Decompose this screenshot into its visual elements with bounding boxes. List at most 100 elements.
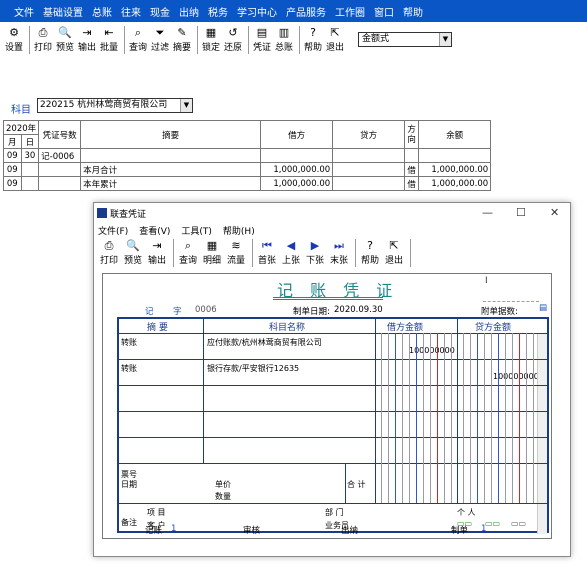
prev-icon: ◀ [286, 239, 296, 252]
lock-button[interactable]: ▦ 锁定 [201, 26, 221, 53]
dialog-export-button[interactable]: ⇥ 输出 [146, 239, 168, 267]
ledger-button[interactable]: ▥ 总账 [274, 26, 294, 53]
subject-select[interactable]: 220215 杭州林莺商贸有限公司 ▼ [37, 98, 193, 113]
line1-summary[interactable]: 转账 [121, 337, 137, 348]
voucher-button[interactable]: ▤ 凭证 [252, 26, 272, 53]
menu-item-9[interactable]: 工作圈 [335, 4, 365, 19]
cash-icon[interactable]: ▭▭ [485, 519, 500, 528]
chevron-down-icon[interactable]: ▼ [180, 99, 192, 112]
exit-button[interactable]: ⇱ 退出 [325, 26, 345, 53]
toolbar-label: 批量 [99, 43, 118, 53]
toolbar-label: 还原 [223, 43, 242, 53]
dialog-preview-button[interactable]: 🔍 预览 [122, 239, 144, 267]
batch-button[interactable]: ⇤ 批量 [99, 26, 119, 53]
line2-credit[interactable]: 100000000 [493, 372, 539, 381]
toolbar-label: 上张 [281, 256, 300, 266]
table-row[interactable]: 09 30 记-0006 [3, 148, 492, 163]
menu-item-2[interactable]: 总账 [92, 4, 112, 19]
month-header: 月 [3, 134, 22, 149]
filter-button[interactable]: ⏷ 过滤 [150, 26, 170, 53]
minimize-icon[interactable]: — [482, 206, 493, 219]
format-select[interactable]: 金额式 ▼ [358, 32, 452, 47]
print-button[interactable]: ⎙ 打印 [33, 26, 53, 53]
dialog-menu-item-0[interactable]: 文件(F) [98, 224, 128, 237]
dialog-help-button[interactable]: ? 帮助 [359, 239, 381, 267]
maximize-icon[interactable]: ☐ [516, 206, 526, 219]
query-icon: ⌕ [184, 239, 192, 252]
restore-button[interactable]: ↺ 还原 [223, 26, 243, 53]
col-credit: 贷方 [332, 120, 406, 149]
toolbar-label: 输出 [147, 256, 166, 266]
dialog-last-button[interactable]: ⏭ 末张 [328, 239, 350, 267]
table-row[interactable]: 09 本月合计 1,000,000.00 借 1,000,000.00 [3, 162, 492, 177]
toolbar-label: 退出 [384, 256, 403, 266]
voucher-ghost-field[interactable]: I [483, 276, 539, 302]
dialog-query-button[interactable]: ⌕ 查询 [177, 239, 199, 267]
settings-button[interactable]: ⚙ 设置 [4, 26, 24, 53]
menu-item-8[interactable]: 产品服务 [286, 4, 326, 19]
total-label: 合 计 [347, 480, 366, 489]
dialog-menu-item-1[interactable]: 查看(V) [139, 224, 170, 237]
dialog-exit-button[interactable]: ⇱ 退出 [383, 239, 405, 267]
summary-button[interactable]: ✎ 摘要 [172, 26, 192, 53]
cell-month: 09 [3, 148, 22, 163]
ledger-table: 2020年 凭证号数 摘要 借方 贷方 方向 余额 月 日 09 30 记-0006… [2, 120, 492, 191]
voucher-app-icon [97, 208, 107, 218]
chevron-down-icon[interactable]: ▼ [439, 33, 451, 46]
toolbar-label: 预览 [123, 256, 142, 266]
toolbar-separator [248, 26, 249, 54]
toolbar-label: 输出 [77, 43, 96, 53]
amount-digit-line [381, 333, 382, 503]
toolbar-label: 流量 [226, 256, 245, 266]
note-icon[interactable]: ▭▭ [511, 519, 526, 528]
table-row[interactable]: 09 本年累计 1,000,000.00 借 1,000,000.00 [3, 176, 492, 191]
menu-item-7[interactable]: 学习中心 [237, 4, 277, 19]
export-button[interactable]: ⇥ 输出 [77, 26, 97, 53]
dialog-prev-button[interactable]: ◀ 上张 [280, 239, 302, 267]
dialog-menu: 文件(F) 查看(V) 工具(T) 帮助(H) [98, 224, 266, 237]
row-divider [119, 503, 547, 504]
remark-label: 备注 [121, 518, 137, 527]
voucher-no-label: 字 [173, 307, 182, 317]
query-button[interactable]: ⌕ 查询 [128, 26, 148, 53]
calculator-icon[interactable]: ▤ [539, 303, 547, 313]
toolbar-label: 明细 [202, 256, 221, 266]
col-summary: 摘要 [80, 120, 262, 149]
cell-voucher [38, 176, 82, 191]
amount-digit-line [512, 333, 513, 503]
dialog-menu-item-2[interactable]: 工具(T) [181, 224, 212, 237]
preview-icon: 🔍 [126, 239, 140, 252]
menu-item-3[interactable]: 往来 [121, 4, 141, 19]
dialog-menu-item-3[interactable]: 帮助(H) [223, 224, 255, 237]
toolbar-label: 首张 [257, 256, 276, 266]
row-divider [119, 463, 547, 464]
menu-item-4[interactable]: 现金 [150, 4, 170, 19]
close-icon[interactable]: ✕ [550, 206, 559, 219]
dialog-first-button[interactable]: ⏮ 首张 [256, 239, 278, 267]
line1-account[interactable]: 应付账款/杭州林莺商贸有限公司 [207, 337, 322, 348]
dialog-print-button[interactable]: ⎙ 打印 [98, 239, 120, 267]
preview-button[interactable]: 🔍 预览 [55, 26, 75, 53]
line2-account[interactable]: 银行存款/平安银行12635 [207, 363, 299, 374]
line2-summary[interactable]: 转账 [121, 363, 137, 374]
review-label: 审核 [243, 526, 261, 536]
voucher-scrollbar[interactable] [537, 334, 547, 534]
menu-item-5[interactable]: 出纳 [179, 4, 199, 19]
summary-icon: ✎ [177, 26, 187, 39]
toolbar-label: 帮助 [360, 256, 379, 266]
dialog-detail-button[interactable]: ▦ 明细 [201, 239, 223, 267]
amount-digit-line [484, 333, 485, 503]
menu-item-11[interactable]: 帮助 [403, 4, 423, 19]
dialog-flow-button[interactable]: ≋ 流量 [225, 239, 247, 267]
help-button[interactable]: ? 帮助 [303, 26, 323, 53]
menu-item-6[interactable]: 税务 [208, 4, 228, 19]
menu-item-1[interactable]: 基础设置 [43, 4, 83, 19]
voucher-icon: ▤ [256, 26, 268, 39]
dialog-next-button[interactable]: ▶ 下张 [304, 239, 326, 267]
toolbar-label: 帮助 [303, 43, 322, 53]
menu-item-10[interactable]: 窗口 [374, 4, 394, 19]
date-field-label: 日期 [121, 480, 137, 489]
toolbar-label: 查询 [128, 43, 147, 53]
menu-item-0[interactable]: 文件 [14, 4, 34, 19]
help-icon: ? [367, 239, 373, 252]
